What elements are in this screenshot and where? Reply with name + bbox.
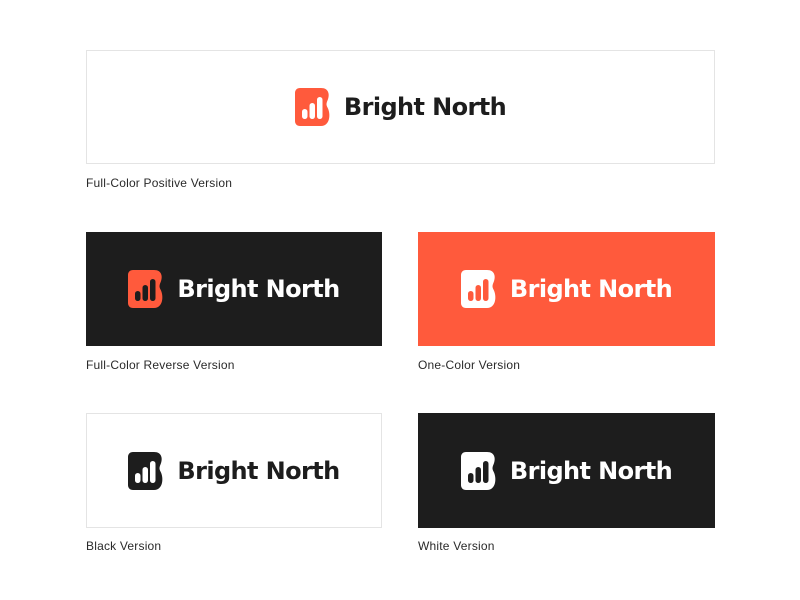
bar-chart-b-icon [128, 451, 163, 490]
brand-wordmark: Bright North [177, 275, 340, 303]
bar-chart-b-icon [294, 88, 330, 126]
bar-chart-b-icon [128, 270, 163, 308]
logo-panel-white: Bright North [418, 413, 715, 528]
logo-panel-one-color: Bright North [418, 232, 715, 346]
logo: Bright North [460, 270, 673, 308]
brand-wordmark: Bright North [177, 456, 340, 485]
brand-wordmark: Bright North [509, 275, 673, 303]
logo: Bright North [128, 270, 340, 308]
brand-wordmark: Bright North [509, 456, 673, 485]
logo: Bright North [128, 451, 340, 490]
caption-positive: Full-Color Positive Version [86, 176, 233, 190]
logo: Bright North [294, 88, 507, 126]
caption-black: Black Version [86, 539, 162, 553]
bar-chart-b-icon [460, 451, 496, 490]
logo: Bright North [460, 451, 673, 490]
logo-panel-positive: Bright North [86, 50, 715, 164]
logo-panel-reverse: Bright North [86, 232, 382, 346]
logo-panel-black: Bright North [86, 413, 382, 528]
caption-one-color: One-Color Version [418, 358, 521, 372]
caption-reverse: Full-Color Reverse Version [86, 358, 235, 372]
brand-wordmark: Bright North [343, 93, 507, 121]
caption-white: White Version [418, 539, 495, 553]
bar-chart-b-icon [460, 270, 496, 308]
